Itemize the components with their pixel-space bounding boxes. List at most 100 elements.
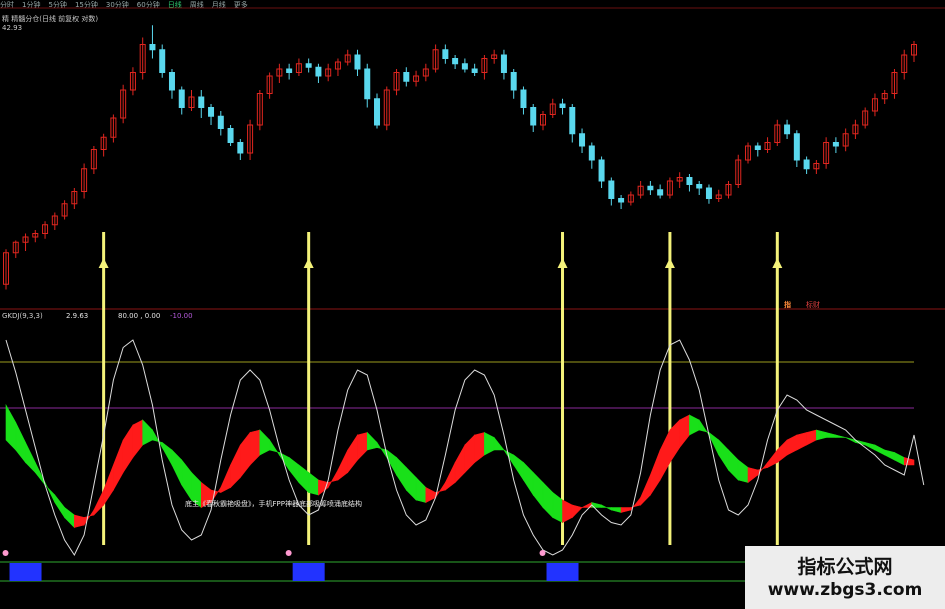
kdj-band-segment xyxy=(747,467,759,484)
kdj-band-segment xyxy=(220,464,231,493)
candle-body xyxy=(832,142,839,147)
candle-body xyxy=(618,198,625,203)
candle-body xyxy=(520,89,527,108)
kdj-band-segment xyxy=(620,507,632,513)
candle-body xyxy=(530,107,537,126)
candle-body xyxy=(686,177,693,185)
candle-body xyxy=(754,145,761,150)
candle-body xyxy=(510,72,517,91)
kdj-band-segment xyxy=(366,431,378,451)
kdj-band-segment xyxy=(259,429,270,456)
kdj-band-segment xyxy=(337,449,349,481)
candle-body xyxy=(705,187,712,199)
kdj-band-segment xyxy=(806,429,817,446)
stock-chart-window: 分时 1分钟 5分钟 15分钟 30分钟 60分钟 日线 周线 月线 更多 精 精髓分仓(日线 前… xyxy=(0,0,945,609)
indicator-tag-2: 标财 xyxy=(806,301,820,309)
candle-body xyxy=(598,159,605,182)
chart-annotation: 底主《春秋霸艳吸盘》，手机FPP神器底部吸筹喷涌底结构 xyxy=(185,500,362,508)
sub-band-readout: 80.00 , 0.00 xyxy=(118,312,161,320)
candle-body xyxy=(198,96,205,108)
candle-body xyxy=(374,98,381,126)
candle-body xyxy=(461,63,468,70)
kdj-band-segment xyxy=(54,494,65,519)
kdj-band-segment xyxy=(562,499,573,523)
candle-body xyxy=(452,58,459,65)
kdj-band-segment xyxy=(611,507,622,513)
sub-value-readout: 2.9.63 xyxy=(66,312,89,320)
kdj-band-segment xyxy=(181,459,192,502)
watermark-title: 指标公式网 xyxy=(797,556,893,578)
candle-body xyxy=(159,49,166,73)
candle-body xyxy=(168,72,175,91)
kdj-band-segment xyxy=(5,403,17,451)
bottom-signal-bar xyxy=(546,563,579,581)
candle-body xyxy=(403,72,410,82)
kdj-band-segment xyxy=(318,479,329,496)
kdj-band-segment xyxy=(650,449,661,497)
kdj-band-segment xyxy=(142,419,153,446)
kdj-band-segment xyxy=(523,461,534,497)
candle-body xyxy=(793,133,800,161)
candle-body xyxy=(217,115,224,129)
candle-body xyxy=(149,44,156,51)
kdj-band-segment xyxy=(161,441,173,467)
kdj-band-segment xyxy=(230,444,241,489)
sub-band-extra: -10.00 xyxy=(170,312,193,320)
kdj-band-segment xyxy=(728,449,739,481)
watermark-url: www.zbgs3.com xyxy=(767,580,923,600)
kdj-band-segment xyxy=(279,452,290,472)
kdj-band-segment xyxy=(474,432,485,464)
bottom-signal-bar xyxy=(9,563,42,581)
candle-body xyxy=(579,133,586,147)
kdj-band-segment xyxy=(347,433,358,474)
kdj-band-segment xyxy=(825,432,837,438)
kdj-band-segment xyxy=(396,456,407,492)
kdj-band-segment xyxy=(64,506,75,529)
candle-body xyxy=(364,68,371,100)
candle-body xyxy=(315,66,322,77)
kdj-band-segment xyxy=(122,423,134,474)
kdj-band-segment xyxy=(132,419,143,459)
buy-signal-arrow xyxy=(303,258,314,268)
kdj-band-segment xyxy=(601,504,612,511)
candle-body xyxy=(471,68,478,73)
kdj-band-segment xyxy=(454,443,466,484)
indicator-tag-1: 指 xyxy=(784,301,791,309)
kdj-band-segment xyxy=(15,422,26,464)
kdj-band-segment xyxy=(113,439,124,492)
kdj-band-segment xyxy=(464,434,475,474)
kdj-band-segment xyxy=(171,449,183,486)
candle-body xyxy=(354,54,361,70)
candle-body xyxy=(803,159,810,170)
candle-body xyxy=(500,54,507,73)
kdj-band-segment xyxy=(903,457,915,466)
kdj-band-segment xyxy=(484,432,495,456)
bottom-signal-dot xyxy=(539,550,546,556)
candle-body xyxy=(227,128,234,143)
kdj-band-segment xyxy=(894,452,905,466)
kdj-band-segment xyxy=(571,504,583,519)
kdj-band-segment xyxy=(816,429,827,441)
sub-indicator-label: GKDJ(9,3,3) xyxy=(2,312,43,320)
candle-body xyxy=(286,68,293,73)
kdj-band-segment xyxy=(835,434,846,438)
kdj-band-segment xyxy=(240,431,251,479)
candle-body xyxy=(559,103,566,108)
candle-body xyxy=(696,184,703,189)
candle-body xyxy=(178,89,185,108)
kdj-band-segment xyxy=(249,429,261,466)
bottom-signal-bar xyxy=(292,563,325,581)
kdj-band-segment xyxy=(406,466,417,501)
buy-signal-arrow xyxy=(98,258,109,268)
kdj-band-segment xyxy=(532,471,544,509)
chart-canvas[interactable] xyxy=(0,0,945,609)
bottom-signal-dot xyxy=(285,550,292,556)
buy-signal-arrow xyxy=(664,258,675,268)
kdj-band-segment xyxy=(786,434,798,456)
buy-signal-arrow xyxy=(557,258,568,268)
kdj-band-segment xyxy=(689,414,700,436)
kdj-band-segment xyxy=(308,471,319,496)
kdj-band-segment xyxy=(25,442,36,474)
candle-body xyxy=(569,107,576,135)
candle-body xyxy=(608,180,615,199)
